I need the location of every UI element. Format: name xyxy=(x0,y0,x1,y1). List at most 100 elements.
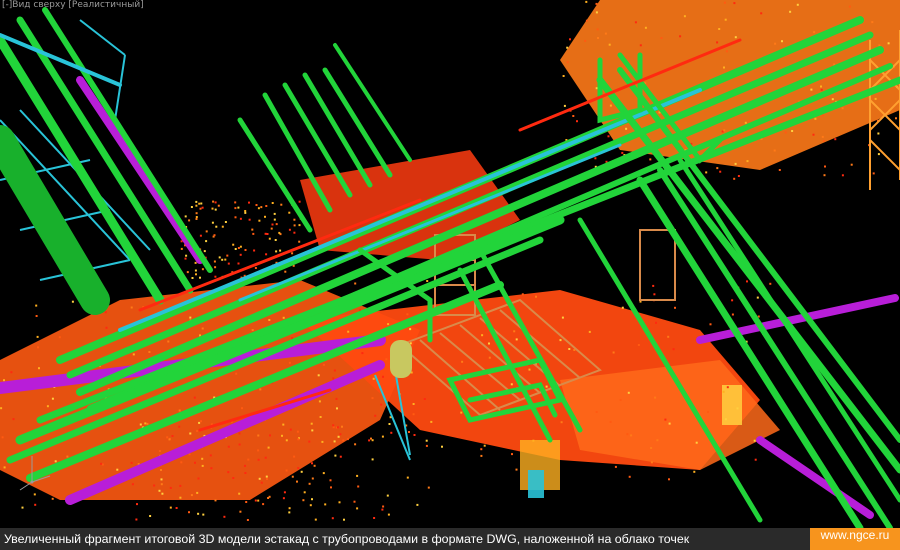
point-cloud-dot xyxy=(291,337,294,340)
point-cloud-dot xyxy=(724,418,727,421)
point-cloud-dot xyxy=(213,234,216,237)
point-cloud-dot xyxy=(737,175,740,177)
point-cloud-dot xyxy=(789,10,792,13)
point-cloud-dot xyxy=(621,151,624,154)
point-cloud-dot xyxy=(769,282,772,285)
point-cloud-cyan-patch xyxy=(528,470,544,498)
point-cloud-dot xyxy=(184,215,187,218)
point-cloud-dot xyxy=(194,269,197,272)
point-cloud-dot xyxy=(221,225,224,228)
point-cloud-dot xyxy=(160,478,163,481)
point-cloud-dot xyxy=(223,515,226,518)
point-cloud-dot xyxy=(650,461,653,464)
point-cloud-dot xyxy=(778,169,781,171)
point-cloud-dot xyxy=(214,266,217,269)
point-cloud-dot xyxy=(179,484,182,487)
point-cloud-dot xyxy=(774,42,777,45)
point-cloud-dot xyxy=(585,19,588,22)
point-cloud-dot xyxy=(387,513,390,516)
point-cloud-dot xyxy=(812,133,815,136)
point-cloud-dot xyxy=(200,420,202,423)
point-cloud-dot xyxy=(614,465,617,468)
point-cloud-dot xyxy=(370,437,372,440)
point-cloud-dot xyxy=(260,206,263,209)
point-cloud-dot xyxy=(674,306,676,309)
point-cloud-dot xyxy=(302,499,305,502)
point-cloud-dot xyxy=(279,249,282,252)
point-cloud-dot xyxy=(594,157,597,160)
point-cloud-dot xyxy=(35,304,38,307)
point-cloud-dot xyxy=(572,115,575,117)
point-cloud-dot xyxy=(637,344,640,346)
point-cloud-dot xyxy=(195,212,198,215)
point-cloud-dot xyxy=(831,98,834,101)
point-cloud-dot xyxy=(190,206,193,208)
point-cloud-dot xyxy=(824,165,826,168)
point-cloud-dot xyxy=(199,234,202,237)
point-cloud-dot xyxy=(132,353,135,356)
point-cloud-dot xyxy=(612,351,615,354)
point-cloud-dot xyxy=(322,363,325,366)
point-cloud-dot xyxy=(161,492,164,495)
point-cloud-dot xyxy=(672,348,675,351)
point-cloud-dot xyxy=(238,492,241,495)
point-cloud-dot xyxy=(51,397,54,400)
point-cloud-dot xyxy=(649,158,652,161)
point-cloud-dot xyxy=(158,489,161,492)
viewport-view-label[interactable]: [-]Вид сверху [Реалистичный] xyxy=(2,0,144,10)
point-cloud-dot xyxy=(515,468,518,471)
point-cloud-dot xyxy=(425,444,428,447)
point-cloud-dot xyxy=(595,87,598,90)
point-cloud-dot xyxy=(628,475,631,478)
point-cloud-dot xyxy=(254,499,257,502)
point-cloud-dot xyxy=(130,306,133,309)
point-cloud-dot xyxy=(234,207,237,210)
point-cloud-dot xyxy=(722,390,725,393)
point-cloud-dot xyxy=(199,276,201,279)
point-cloud-dot xyxy=(733,2,736,5)
point-cloud-dot xyxy=(198,202,201,205)
point-cloud-dot xyxy=(195,216,198,218)
cad-viewport[interactable]: [-]Вид сверху [Реалистичный] Увеличенный… xyxy=(0,0,900,550)
point-cloud-dot xyxy=(227,262,230,265)
point-cloud-dot xyxy=(190,494,193,497)
point-cloud-dot xyxy=(634,21,637,24)
point-cloud-dot xyxy=(563,104,566,107)
point-cloud-dot xyxy=(596,28,599,31)
point-cloud-dot xyxy=(568,348,571,350)
point-cloud-dot xyxy=(21,506,24,509)
point-cloud-dot xyxy=(387,323,390,326)
point-cloud-dot xyxy=(335,397,338,400)
point-cloud-dot xyxy=(202,513,205,516)
point-cloud-dot xyxy=(695,441,698,444)
point-cloud-dot xyxy=(723,1,726,4)
point-cloud-dot xyxy=(333,369,336,372)
site-link[interactable]: www.ngce.ru xyxy=(810,528,900,550)
point-cloud-dot xyxy=(3,466,6,469)
point-cloud-dot xyxy=(136,503,138,506)
point-cloud-dot xyxy=(588,330,591,333)
point-cloud-dot xyxy=(264,215,266,218)
point-cloud-dot xyxy=(197,512,200,515)
point-cloud-dot xyxy=(214,275,217,278)
point-cloud-dot xyxy=(234,201,237,204)
point-cloud-dot xyxy=(412,403,415,405)
point-cloud-dot xyxy=(595,411,598,413)
point-cloud-dot xyxy=(560,421,563,424)
point-cloud-dot xyxy=(36,335,39,338)
point-cloud-dot xyxy=(257,499,260,502)
point-cloud-dot xyxy=(382,505,385,508)
point-cloud-dot xyxy=(834,138,837,141)
point-cloud-dot xyxy=(178,425,181,428)
point-cloud-dot xyxy=(237,247,240,249)
point-cloud-dot xyxy=(104,311,107,314)
point-cloud-dot xyxy=(291,475,294,478)
point-cloud-dot xyxy=(205,230,208,233)
point-cloud-dot xyxy=(214,208,217,211)
point-cloud-dot xyxy=(239,217,242,220)
point-cloud-dot xyxy=(353,500,356,503)
point-cloud-dot xyxy=(257,207,260,210)
point-cloud-dot xyxy=(296,430,299,433)
point-cloud-dot xyxy=(193,396,196,399)
point-cloud-dot xyxy=(232,243,235,246)
